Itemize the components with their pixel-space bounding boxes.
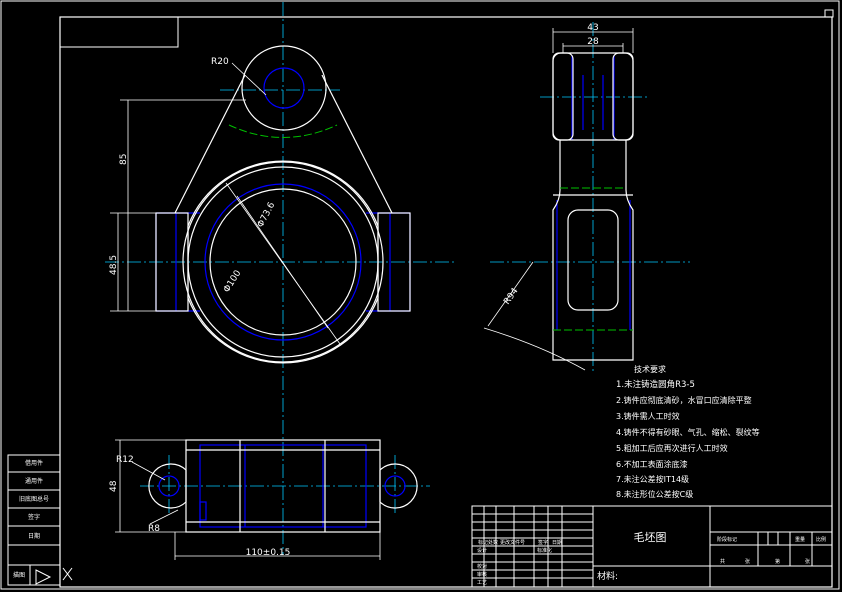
tb-no: 第 [775, 558, 780, 565]
tb-weight: 重量 [795, 536, 805, 543]
tb-sheet: 张 [805, 558, 810, 565]
tb-scale: 比例 [816, 536, 826, 543]
side-strip-row-4: 签字 [28, 513, 40, 521]
code-box [59, 16, 179, 48]
tech-item-1: 1.未注铸造圆角R3-5 [616, 379, 695, 390]
corner-mark [824, 9, 834, 18]
tb-process: 工艺 [477, 580, 487, 586]
dim-28: 28 [587, 37, 599, 47]
dim-85: 85 [119, 154, 129, 165]
title-block [471, 505, 833, 588]
tech-requirements: 技术要求 1.未注铸造圆角R3-5 2.铸件应彻底清砂，水冒口应清除平整 3.铸… [616, 364, 760, 499]
drawing-canvas: 借用件 通用件 旧底图总号 签字 日期 描图 R20 85 48.5 Φ73.6… [0, 0, 840, 590]
material-label: 材料: [597, 570, 618, 582]
tech-item-2: 2.铸件应彻底清砂，水冒口应清除平整 [616, 395, 752, 405]
tb-check: 校对 [477, 563, 487, 570]
tech-heading: 技术要求 [634, 364, 666, 374]
tech-item-6: 6.不加工表面涂底漆 [616, 459, 688, 469]
side-strip-row-5: 日期 [28, 532, 40, 540]
side-view: R94 43 28 [483, 22, 690, 372]
side-strip-bottom: 描图 [13, 571, 25, 579]
side-strip-row-2: 通用件 [25, 477, 43, 485]
dim-r20: R20 [211, 57, 229, 67]
cursor-icon [35, 567, 73, 585]
front-view: R20 85 48.5 Φ73.6 Φ100 [105, 2, 455, 555]
side-strip-row-3: 旧底图总号 [19, 495, 49, 503]
tb-sheets: 张 [745, 558, 750, 565]
dim-r94: R94 [502, 286, 521, 306]
tech-item-7: 7.未注公差按IT14级 [616, 474, 689, 484]
tb-total: 共 [720, 558, 725, 565]
tb-std: 标准化 [537, 547, 552, 554]
tech-item-4: 4.铸件不得有砂眼、气孔、缩松、裂纹等 [616, 427, 760, 437]
dim-48-5: 48.5 [109, 255, 119, 275]
tech-item-3: 3.铸件需人工时效 [616, 411, 680, 421]
tb-review: 审核 [477, 571, 487, 578]
tb-date: 日期 [552, 540, 562, 546]
dim-110: 110±0.15 [246, 548, 291, 558]
tb-design: 设计 [477, 547, 487, 554]
dim-r12: R12 [116, 455, 134, 465]
tb-mark: 标记 [478, 539, 488, 546]
dim-43: 43 [587, 23, 598, 33]
side-strip-row-1: 借用件 [25, 459, 43, 467]
tb-batch: 阶段标记 [717, 536, 737, 543]
tb-change-doc: 更改文件号 [500, 539, 525, 546]
dim-phi100: Φ100 [222, 268, 243, 294]
top-view: R12 48 R8 110±0.15 [109, 439, 430, 560]
dim-48: 48 [109, 480, 119, 492]
outer-frame [0, 0, 840, 590]
tb-count: 处数 [488, 539, 498, 546]
dim-phi73-6: Φ73.6 [256, 201, 278, 230]
dim-r8: R8 [148, 524, 160, 534]
tech-item-5: 5.粗加工后应再次进行人工时效 [616, 443, 728, 453]
drawing-name: 毛坯图 [634, 531, 667, 544]
tech-item-8: 8.未注形位公差按C级 [616, 489, 693, 499]
tb-sign: 签字 [538, 539, 548, 546]
